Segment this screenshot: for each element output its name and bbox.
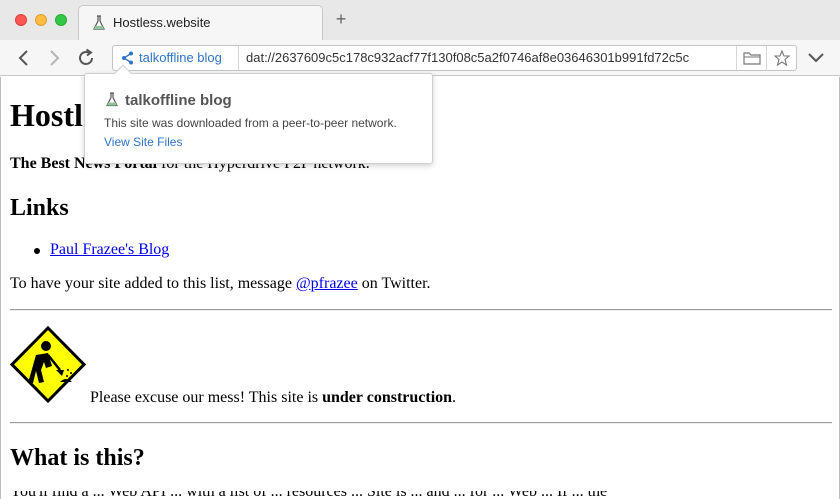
what-heading: What is this? bbox=[10, 445, 145, 471]
bookmark-button[interactable] bbox=[766, 46, 796, 70]
forward-button[interactable] bbox=[42, 46, 66, 70]
links-heading: Links bbox=[10, 195, 69, 221]
flask-icon bbox=[93, 15, 105, 30]
tab-title: Hostless.website bbox=[113, 15, 211, 30]
submit-message: To have your site added to this list, me… bbox=[10, 275, 431, 293]
partial-paragraph: You'll find a ... Web API ... with a lis… bbox=[10, 491, 810, 499]
chevron-down-icon[interactable] bbox=[806, 50, 826, 66]
new-tab-button[interactable]: + bbox=[331, 8, 351, 30]
under-construction-icon bbox=[10, 326, 86, 403]
title-bar: Hostless.website + bbox=[0, 0, 840, 40]
site-name: talkoffline blog bbox=[139, 50, 222, 65]
share-icon bbox=[122, 51, 133, 65]
window-close-button[interactable] bbox=[15, 14, 27, 26]
reload-button[interactable] bbox=[74, 46, 98, 70]
construction-text: Please excuse our mess! This site is bbox=[90, 389, 323, 406]
construction-end: . bbox=[452, 389, 457, 406]
list-bullet bbox=[34, 248, 40, 254]
construction-message: Please excuse our mess! This site is und… bbox=[90, 389, 456, 407]
partial-paragraph-text: You'll find a ... Web API ... with a lis… bbox=[10, 491, 810, 499]
chevron-left-icon bbox=[18, 50, 28, 66]
reload-icon bbox=[79, 48, 93, 65]
site-info-button[interactable]: talkoffline blog bbox=[113, 46, 239, 70]
popover-description: This site was downloaded from a peer-to-… bbox=[104, 116, 397, 130]
link-paul-frazee-blog[interactable]: Paul Frazee's Blog bbox=[50, 241, 169, 259]
message-text: To have your site added to this list, me… bbox=[10, 275, 296, 292]
folder-icon bbox=[743, 52, 761, 65]
popover-title: talkoffline blog bbox=[125, 92, 232, 109]
view-site-files-link[interactable]: View Site Files bbox=[104, 135, 182, 149]
url-text[interactable]: dat://2637609c5c178c932acf77f130f08c5a2f… bbox=[246, 50, 731, 65]
browser-tab[interactable]: Hostless.website bbox=[78, 5, 323, 40]
address-bar[interactable]: talkoffline blog dat://2637609c5c178c932… bbox=[112, 45, 797, 71]
site-info-popover: talkoffline blog This site was downloade… bbox=[84, 64, 433, 164]
chevron-right-icon bbox=[50, 50, 60, 66]
construction-bold: under construction bbox=[322, 389, 453, 406]
divider bbox=[10, 422, 832, 424]
flask-icon bbox=[106, 92, 118, 107]
pfrazee-twitter-link[interactable]: @pfrazee bbox=[296, 275, 358, 292]
message-text-end: on Twitter. bbox=[357, 275, 431, 292]
star-icon bbox=[774, 50, 790, 66]
window-minimize-button[interactable] bbox=[35, 14, 47, 26]
window-maximize-button[interactable] bbox=[55, 14, 67, 26]
view-files-button[interactable] bbox=[736, 46, 766, 70]
back-button[interactable] bbox=[12, 46, 36, 70]
divider bbox=[10, 309, 832, 311]
